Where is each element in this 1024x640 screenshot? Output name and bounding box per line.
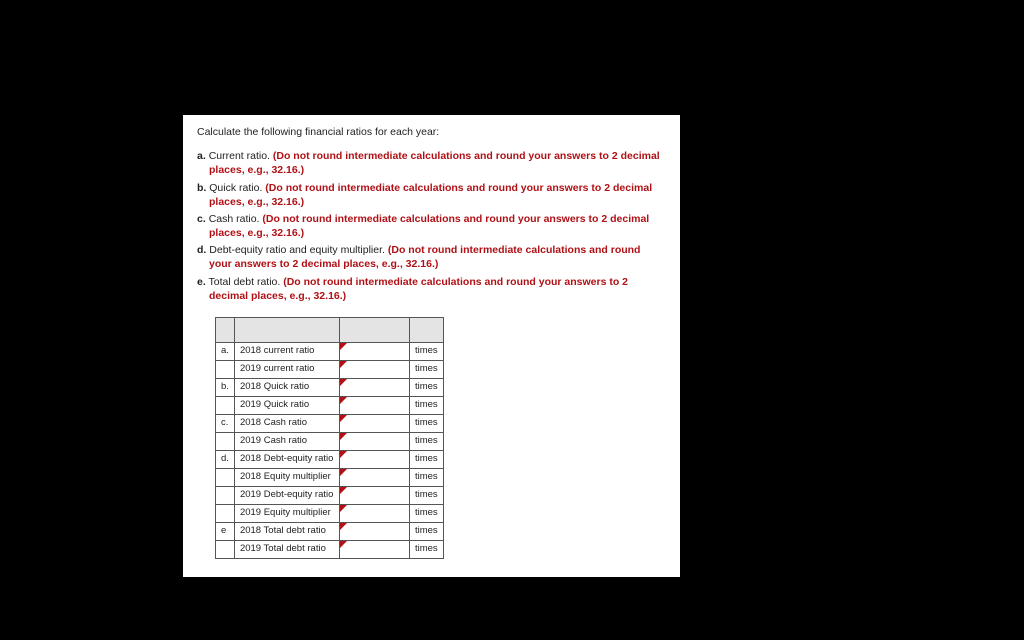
required-flag-icon	[340, 541, 347, 548]
row-unit: times	[409, 432, 443, 450]
row-letter: d.	[216, 450, 235, 468]
row-label: 2018 Total debt ratio	[234, 522, 339, 540]
header-blank	[409, 317, 443, 342]
question-c: c. Cash ratio. (Do not round intermediat…	[197, 212, 666, 240]
table-row: c. 2018 Cash ratio times	[216, 414, 444, 432]
intro-text: Calculate the following financial ratios…	[197, 125, 666, 139]
answer-input[interactable]	[339, 432, 409, 450]
question-a: a. Current ratio. (Do not round intermed…	[197, 149, 666, 177]
answer-input[interactable]	[339, 378, 409, 396]
answer-input[interactable]	[339, 504, 409, 522]
question-list: a. Current ratio. (Do not round intermed…	[197, 149, 666, 303]
question-letter: a.	[197, 150, 206, 162]
table-row: 2018 Equity multiplier times	[216, 468, 444, 486]
required-flag-icon	[340, 487, 347, 494]
row-label: 2019 Debt-equity ratio	[234, 486, 339, 504]
required-flag-icon	[340, 379, 347, 386]
row-label: 2019 Cash ratio	[234, 432, 339, 450]
table-row: 2019 current ratio times	[216, 360, 444, 378]
answer-input[interactable]	[339, 360, 409, 378]
row-label: 2019 Equity multiplier	[234, 504, 339, 522]
table-row: b. 2018 Quick ratio times	[216, 378, 444, 396]
row-unit: times	[409, 540, 443, 558]
question-instruction: (Do not round intermediate calculations …	[209, 182, 652, 208]
question-e: e. Total debt ratio. (Do not round inter…	[197, 275, 666, 303]
answer-input[interactable]	[339, 450, 409, 468]
row-unit: times	[409, 522, 443, 540]
required-flag-icon	[340, 451, 347, 458]
required-flag-icon	[340, 523, 347, 530]
answer-input[interactable]	[339, 486, 409, 504]
question-instruction: (Do not round intermediate calculations …	[209, 213, 649, 239]
question-letter: e.	[197, 276, 206, 288]
row-unit: times	[409, 396, 443, 414]
row-unit: times	[409, 342, 443, 360]
row-label: 2018 current ratio	[234, 342, 339, 360]
row-unit: times	[409, 378, 443, 396]
question-d: d. Debt-equity ratio and equity multipli…	[197, 243, 666, 271]
answer-table: a. 2018 current ratio times 2019 current…	[215, 317, 444, 559]
row-letter: a.	[216, 342, 235, 360]
question-label: Total debt ratio.	[209, 276, 281, 288]
answer-input[interactable]	[339, 468, 409, 486]
row-unit: times	[409, 414, 443, 432]
row-unit: times	[409, 360, 443, 378]
question-letter: c.	[197, 213, 206, 225]
row-label: 2018 Equity multiplier	[234, 468, 339, 486]
answer-input[interactable]	[339, 540, 409, 558]
required-flag-icon	[340, 397, 347, 404]
table-row: 2019 Cash ratio times	[216, 432, 444, 450]
header-blank	[339, 317, 409, 342]
row-letter	[216, 360, 235, 378]
row-letter: e	[216, 522, 235, 540]
row-letter	[216, 396, 235, 414]
question-instruction: (Do not round intermediate calculations …	[209, 150, 660, 176]
row-label: 2019 current ratio	[234, 360, 339, 378]
required-flag-icon	[340, 415, 347, 422]
table-row: e 2018 Total debt ratio times	[216, 522, 444, 540]
question-letter: b.	[197, 182, 206, 194]
row-label: 2019 Quick ratio	[234, 396, 339, 414]
required-flag-icon	[340, 469, 347, 476]
table-header-row	[216, 317, 444, 342]
question-letter: d.	[197, 244, 206, 256]
row-letter	[216, 504, 235, 522]
required-flag-icon	[340, 361, 347, 368]
required-flag-icon	[340, 343, 347, 350]
required-flag-icon	[340, 433, 347, 440]
table-row: d. 2018 Debt-equity ratio times	[216, 450, 444, 468]
table-row: 2019 Debt-equity ratio times	[216, 486, 444, 504]
question-b: b. Quick ratio. (Do not round intermedia…	[197, 181, 666, 209]
question-label: Debt-equity ratio and equity multiplier.	[209, 244, 385, 256]
row-unit: times	[409, 450, 443, 468]
row-letter	[216, 540, 235, 558]
required-flag-icon	[340, 505, 347, 512]
row-letter: c.	[216, 414, 235, 432]
table-row: 2019 Total debt ratio times	[216, 540, 444, 558]
table-row: 2019 Quick ratio times	[216, 396, 444, 414]
row-label: 2019 Total debt ratio	[234, 540, 339, 558]
question-label: Current ratio.	[209, 150, 270, 162]
answer-input[interactable]	[339, 342, 409, 360]
header-blank	[234, 317, 339, 342]
row-letter	[216, 432, 235, 450]
answer-input[interactable]	[339, 396, 409, 414]
question-label: Quick ratio.	[209, 182, 262, 194]
row-letter: b.	[216, 378, 235, 396]
table-row: 2019 Equity multiplier times	[216, 504, 444, 522]
row-letter	[216, 486, 235, 504]
row-label: 2018 Cash ratio	[234, 414, 339, 432]
answer-input[interactable]	[339, 522, 409, 540]
row-letter	[216, 468, 235, 486]
row-label: 2018 Quick ratio	[234, 378, 339, 396]
row-unit: times	[409, 486, 443, 504]
table-row: a. 2018 current ratio times	[216, 342, 444, 360]
row-label: 2018 Debt-equity ratio	[234, 450, 339, 468]
answer-input[interactable]	[339, 414, 409, 432]
row-unit: times	[409, 504, 443, 522]
worksheet: Calculate the following financial ratios…	[183, 115, 680, 577]
question-label: Cash ratio.	[209, 213, 260, 225]
header-blank	[216, 317, 235, 342]
row-unit: times	[409, 468, 443, 486]
